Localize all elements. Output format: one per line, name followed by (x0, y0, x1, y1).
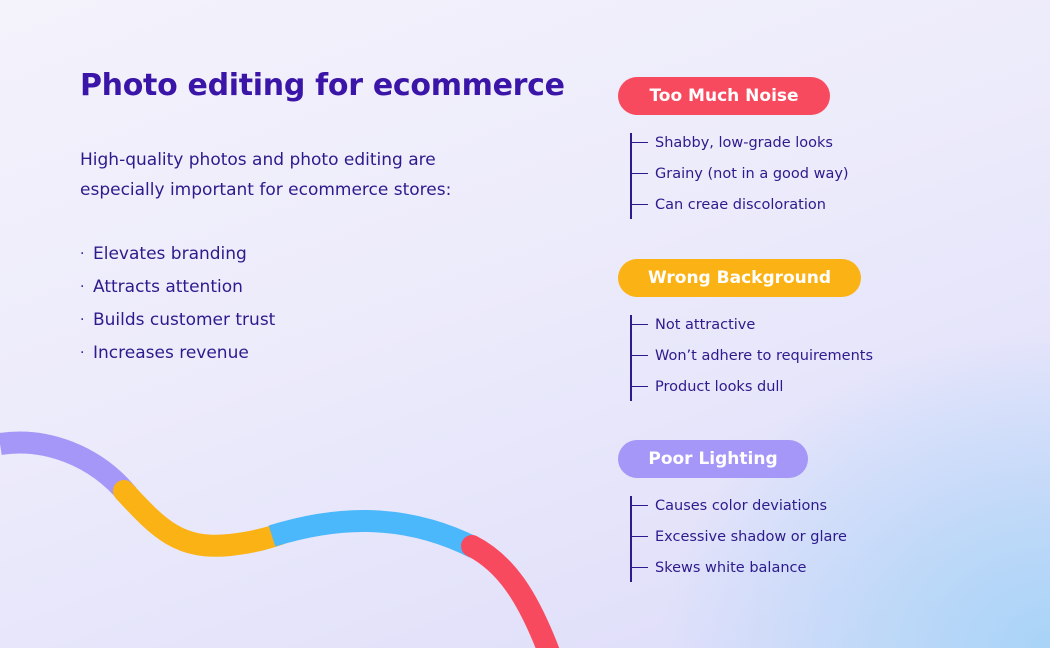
list-item: Can creae discoloration (630, 189, 930, 220)
problem-label-pill: Too Much Noise (618, 77, 830, 115)
page-title: Photo editing for ecommerce (80, 68, 565, 103)
bullet: · (80, 312, 85, 328)
list-item: · Increases revenue (80, 337, 275, 370)
problem-label-pill: Wrong Background (618, 259, 861, 297)
connector-tick (630, 141, 648, 144)
problem-group-background: Wrong Background Not attractive Won’t ad… (618, 259, 930, 402)
connector-tick (630, 323, 648, 326)
wave-segment-red (461, 535, 560, 648)
bullet: · (80, 246, 85, 262)
list-item: Not attractive (630, 309, 930, 340)
connector-tick (630, 203, 648, 206)
item-text: Not attractive (655, 316, 756, 333)
item-text: Won’t adhere to requirements (655, 347, 874, 364)
item-text: Grainy (not in a good way) (655, 165, 849, 182)
bullet: · (80, 279, 85, 295)
item-text: Can creae discoloration (655, 196, 826, 213)
connector-tick (630, 566, 648, 569)
list-item: Skews white balance (630, 552, 930, 583)
list-item: · Builds customer trust (80, 304, 275, 337)
list-item: Excessive shadow or glare (630, 521, 930, 552)
list-item: Won’t adhere to requirements (630, 340, 930, 371)
problem-group-noise: Too Much Noise Shabby, low-grade looks G… (618, 77, 930, 220)
list-item: Product looks dull (630, 371, 930, 402)
item-text: Skews white balance (655, 559, 807, 576)
wave-segment-blue (268, 509, 480, 558)
connector-tick (630, 172, 648, 175)
problem-group-lighting: Poor Lighting Causes color deviations Ex… (618, 440, 930, 583)
connector-tick (630, 354, 648, 357)
list-item: Shabby, low-grade looks (630, 127, 930, 158)
benefits-list: · Elevates branding · Attracts attention ·… (80, 238, 275, 370)
bullet: · (80, 345, 85, 361)
benefit-text: Increases revenue (93, 343, 249, 363)
benefit-text: Attracts attention (93, 277, 243, 297)
item-text: Causes color deviations (655, 497, 828, 514)
list-item: Grainy (not in a good way) (630, 158, 930, 189)
problem-label-pill: Poor Lighting (618, 440, 808, 478)
connector-tick (630, 385, 648, 388)
item-text: Excessive shadow or glare (655, 528, 847, 545)
list-item: · Attracts attention (80, 271, 275, 304)
wave-segment-purple (0, 431, 137, 503)
list-item: · Elevates branding (80, 238, 275, 271)
item-text: Product looks dull (655, 378, 784, 395)
item-text: Shabby, low-grade looks (655, 134, 833, 151)
problem-items: Not attractive Won’t adhere to requireme… (630, 309, 930, 402)
benefit-text: Elevates branding (93, 244, 247, 264)
wave-segment-yellow (113, 480, 291, 557)
connector-tick (630, 504, 648, 507)
problem-items: Causes color deviations Excessive shadow… (630, 490, 930, 583)
problem-items: Shabby, low-grade looks Grainy (not in a… (630, 127, 930, 220)
benefit-text: Builds customer trust (93, 310, 276, 330)
connector-tick (630, 535, 648, 538)
intro-paragraph: High-quality photos and photo editing ar… (80, 150, 452, 200)
list-item: Causes color deviations (630, 490, 930, 521)
